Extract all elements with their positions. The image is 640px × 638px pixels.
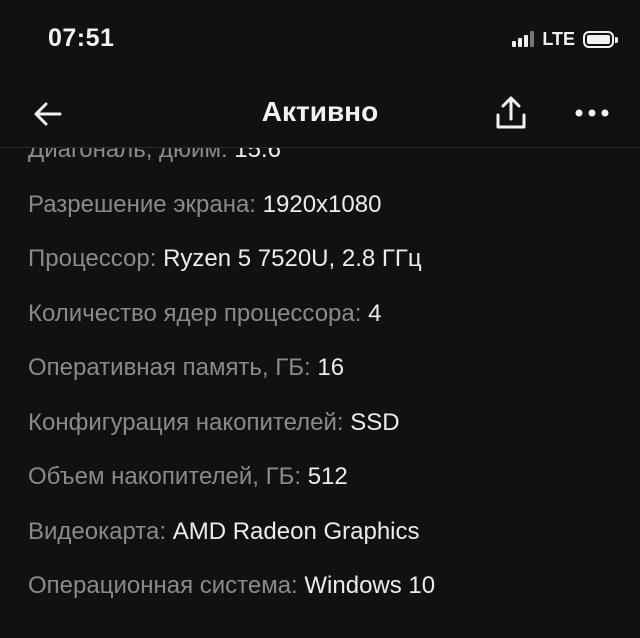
spec-row-gpu: Видеокарта: AMD Radeon Graphics <box>0 505 640 560</box>
signal-bars-icon <box>510 31 535 47</box>
share-upload-icon <box>496 96 526 129</box>
header-divider <box>0 147 640 148</box>
status-time: 07:51 <box>48 24 115 52</box>
spec-row-cores: Количество ядер процессора: 4 <box>0 287 640 342</box>
spec-value: Windows 10 <box>304 572 436 599</box>
more-horizontal-icon <box>575 109 609 117</box>
spec-row-processor: Процессор: Ryzen 5 7520U, 2.8 ГГц <box>0 232 640 287</box>
spec-value: AMD Radeon Graphics <box>172 517 420 545</box>
spec-value: 512 <box>307 463 348 490</box>
more-button[interactable] <box>570 92 614 134</box>
spec-value: 4 <box>368 299 382 327</box>
spec-row-ram: Оперативная память, ГБ: 16 <box>0 341 640 396</box>
spec-label: Объем накопителей, ГБ: <box>28 463 308 490</box>
spec-value: 1920x1080 <box>262 190 382 218</box>
spec-label: Видеокарта: <box>28 517 173 545</box>
spec-value: Ryzen 5 7520U, 2.8 ГГц <box>163 245 422 272</box>
spec-label: Конфигурация накопителей: <box>28 408 351 436</box>
spec-row-storage-size: Объем накопителей, ГБ: 512 <box>0 450 640 505</box>
share-button[interactable] <box>490 92 532 134</box>
app-header: Активно <box>0 80 640 148</box>
spec-label: Оперативная память, ГБ: <box>28 354 318 381</box>
spec-row-storage-config: Конфигурация накопителей: SSD <box>0 396 640 451</box>
spec-value: SSD <box>350 408 400 436</box>
page-title: Активно <box>261 96 379 127</box>
spec-list: Диагональ, дюйм: 15.6 Разрешение экрана:… <box>0 123 640 614</box>
spec-label: Разрешение экрана: <box>28 190 263 218</box>
spec-row-os: Операционная система: Windows 10 <box>0 559 640 614</box>
battery-full-icon <box>583 30 618 48</box>
spec-label: Процессор: <box>28 245 164 272</box>
spec-value: 16 <box>317 354 345 381</box>
spec-label: Количество ядер процессора: <box>28 299 369 327</box>
spec-row-resolution: Разрешение экрана: 1920x1080 <box>0 178 640 233</box>
status-indicators: LTE <box>510 28 618 50</box>
spec-label: Операционная система: <box>28 572 305 599</box>
status-bar: 07:51 LTE <box>0 0 640 80</box>
network-type: LTE <box>542 28 575 49</box>
